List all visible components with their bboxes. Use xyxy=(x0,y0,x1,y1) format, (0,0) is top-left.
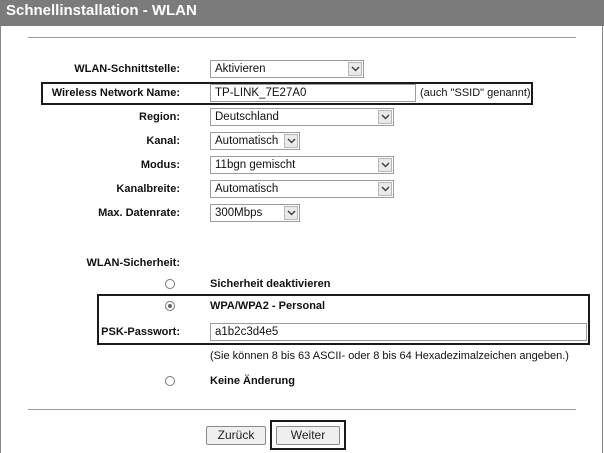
chevron-down-icon[interactable] xyxy=(378,110,392,124)
divider xyxy=(28,37,576,38)
radio-no-change[interactable] xyxy=(165,376,175,386)
back-button[interactable]: Zurück xyxy=(206,426,266,445)
mode-select[interactable]: 11bgn gemischt xyxy=(210,156,394,174)
channel-width-select[interactable]: Automatisch xyxy=(210,180,394,198)
interface-select[interactable]: Aktivieren xyxy=(210,60,364,78)
psk-hint: (Sie können 8 bis 63 ASCII- oder 8 bis 6… xyxy=(210,350,569,362)
interface-label: WLAN-Schnittstelle: xyxy=(74,63,180,75)
no-change-label: Keine Änderung xyxy=(210,375,295,387)
mode-label: Modus: xyxy=(140,159,180,171)
ssid-input[interactable]: TP-LINK_7E27A0 xyxy=(210,84,416,102)
ssid-label: Wireless Network Name: xyxy=(51,87,180,99)
radio-security-disabled[interactable] xyxy=(165,279,175,289)
channel-width-value: Automatisch xyxy=(215,183,279,195)
max-rate-value: 300Mbps xyxy=(215,207,263,219)
channel-label: Kanal: xyxy=(146,135,180,147)
max-rate-label: Max. Datenrate: xyxy=(98,207,180,219)
channel-select[interactable]: Automatisch xyxy=(210,132,300,150)
chevron-down-icon[interactable] xyxy=(284,206,298,220)
ssid-hint: (auch "SSID" genannt) xyxy=(420,87,531,99)
next-button[interactable]: Weiter xyxy=(276,426,340,445)
region-label: Region: xyxy=(139,111,180,123)
chevron-down-icon[interactable] xyxy=(378,182,392,196)
chevron-down-icon[interactable] xyxy=(348,62,362,76)
chevron-down-icon[interactable] xyxy=(284,134,298,148)
region-value: Deutschland xyxy=(215,111,279,123)
region-select[interactable]: Deutschland xyxy=(210,108,394,126)
divider xyxy=(28,409,576,410)
interface-value: Aktivieren xyxy=(215,63,266,75)
security-label: WLAN-Sicherheit: xyxy=(86,257,181,269)
security-disabled-label: Sicherheit deaktivieren xyxy=(210,278,331,290)
channel-width-label: Kanalbreite: xyxy=(116,183,180,195)
chevron-down-icon[interactable] xyxy=(378,158,392,172)
psk-password-input[interactable]: a1b2c3d4e5 xyxy=(210,323,587,341)
psk-label: PSK-Passwort: xyxy=(101,326,180,338)
wpa-personal-label: WPA/WPA2 - Personal xyxy=(210,300,326,312)
radio-wpa-personal[interactable] xyxy=(165,301,175,311)
max-rate-select[interactable]: 300Mbps xyxy=(210,204,300,222)
mode-value: 11bgn gemischt xyxy=(215,159,296,171)
channel-value: Automatisch xyxy=(215,135,279,147)
page-title: Schnellinstallation - WLAN xyxy=(0,0,604,26)
